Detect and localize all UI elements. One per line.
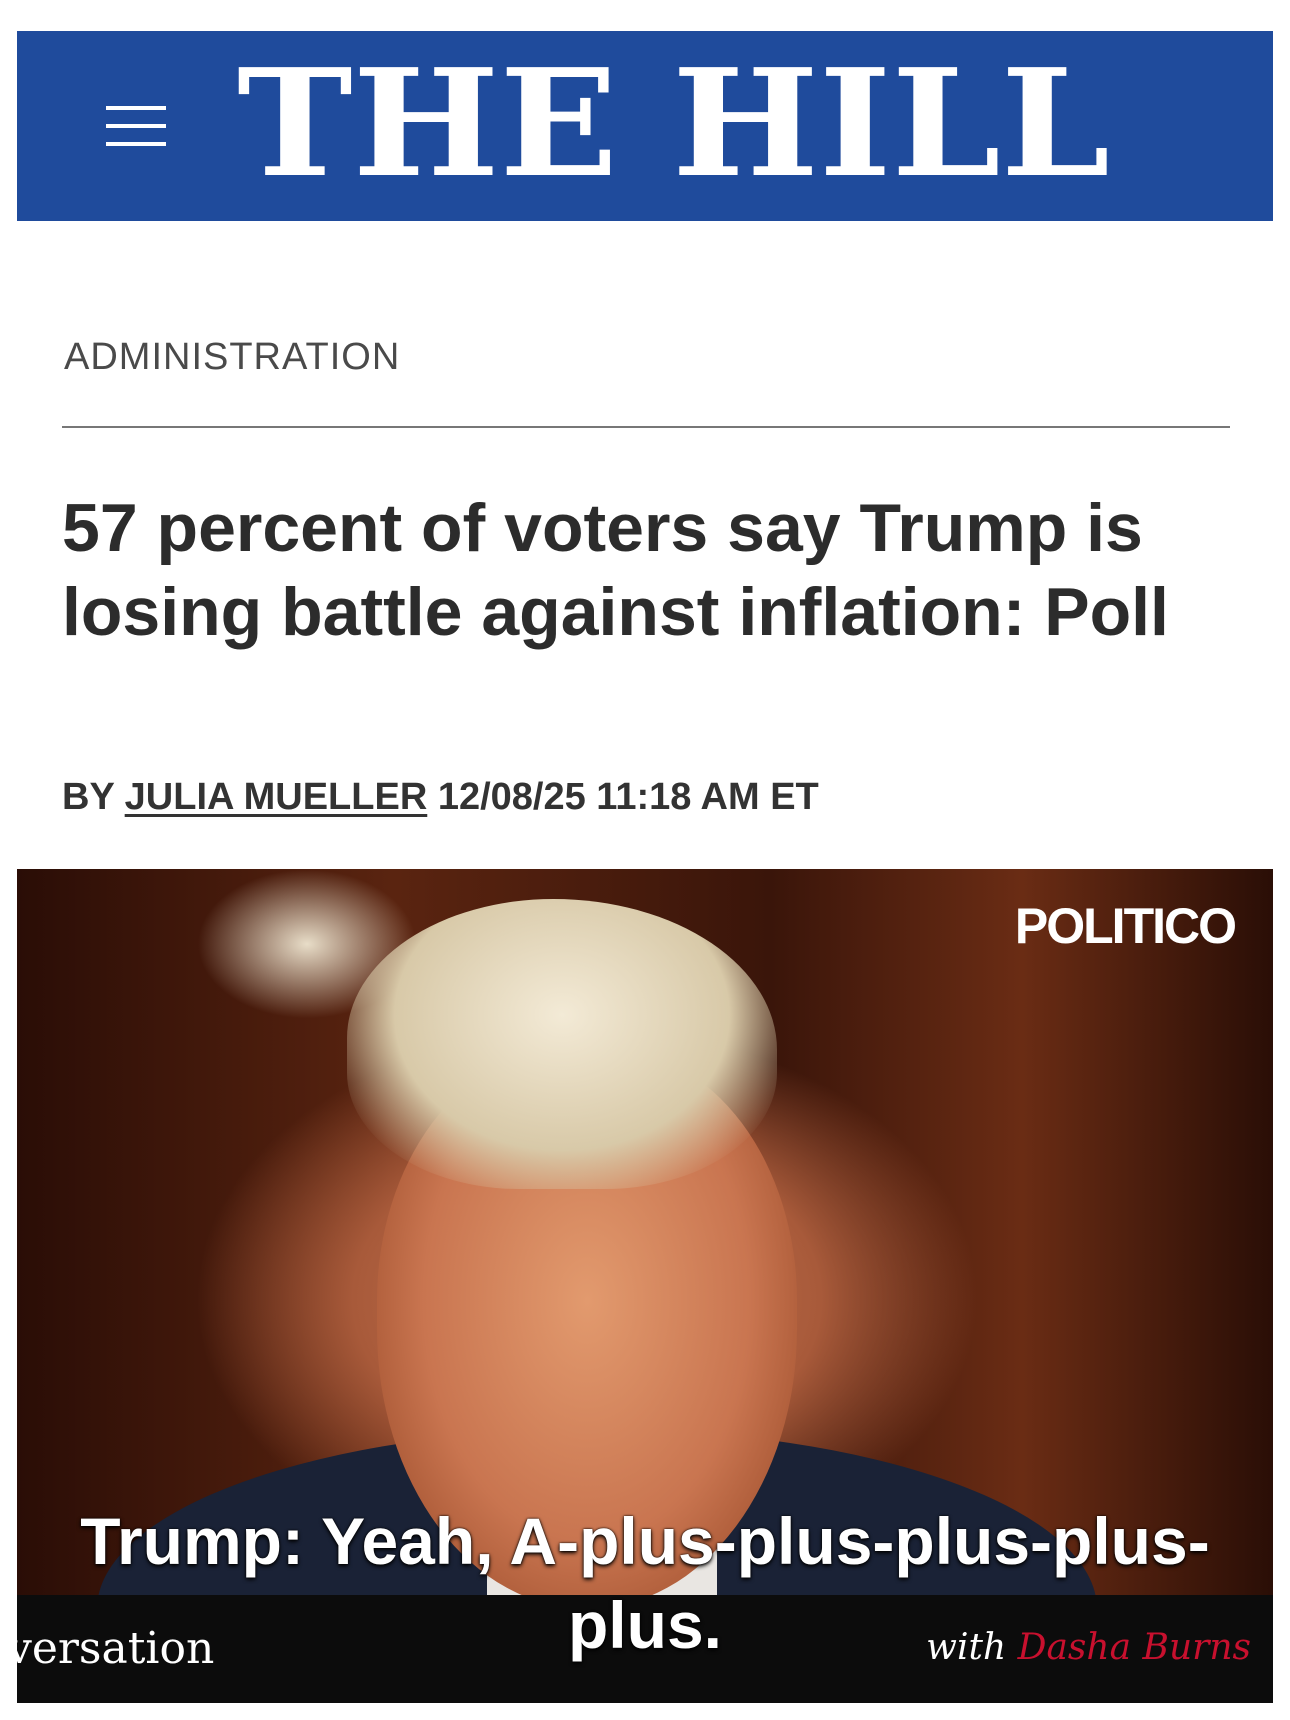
author-link[interactable]: JULIA MUELLER: [125, 776, 428, 818]
video-caption: Trump: Yeah, A-plus-plus-plus-plus-plus.: [80, 1504, 1210, 1662]
byline: BY JULIA MUELLER 12/08/25 11:18 AM ET: [62, 776, 819, 819]
article-headline: 57 percent of voters say Trump is losing…: [62, 490, 1169, 650]
masthead: THE HILL: [17, 31, 1273, 221]
article-category[interactable]: ADMINISTRATION: [64, 336, 400, 379]
video-still[interactable]: POLITICO versation with Dasha Burns Trum…: [17, 869, 1273, 1703]
hamburger-menu-icon[interactable]: [88, 106, 170, 146]
divider: [62, 426, 1230, 428]
publish-timestamp: 12/08/25 11:18 AM ET: [437, 776, 819, 818]
hair: [347, 899, 777, 1189]
byline-prefix: BY: [62, 776, 115, 818]
site-logo[interactable]: THE HILL: [237, 43, 1110, 203]
politico-logo: POLITICO: [1014, 898, 1237, 954]
